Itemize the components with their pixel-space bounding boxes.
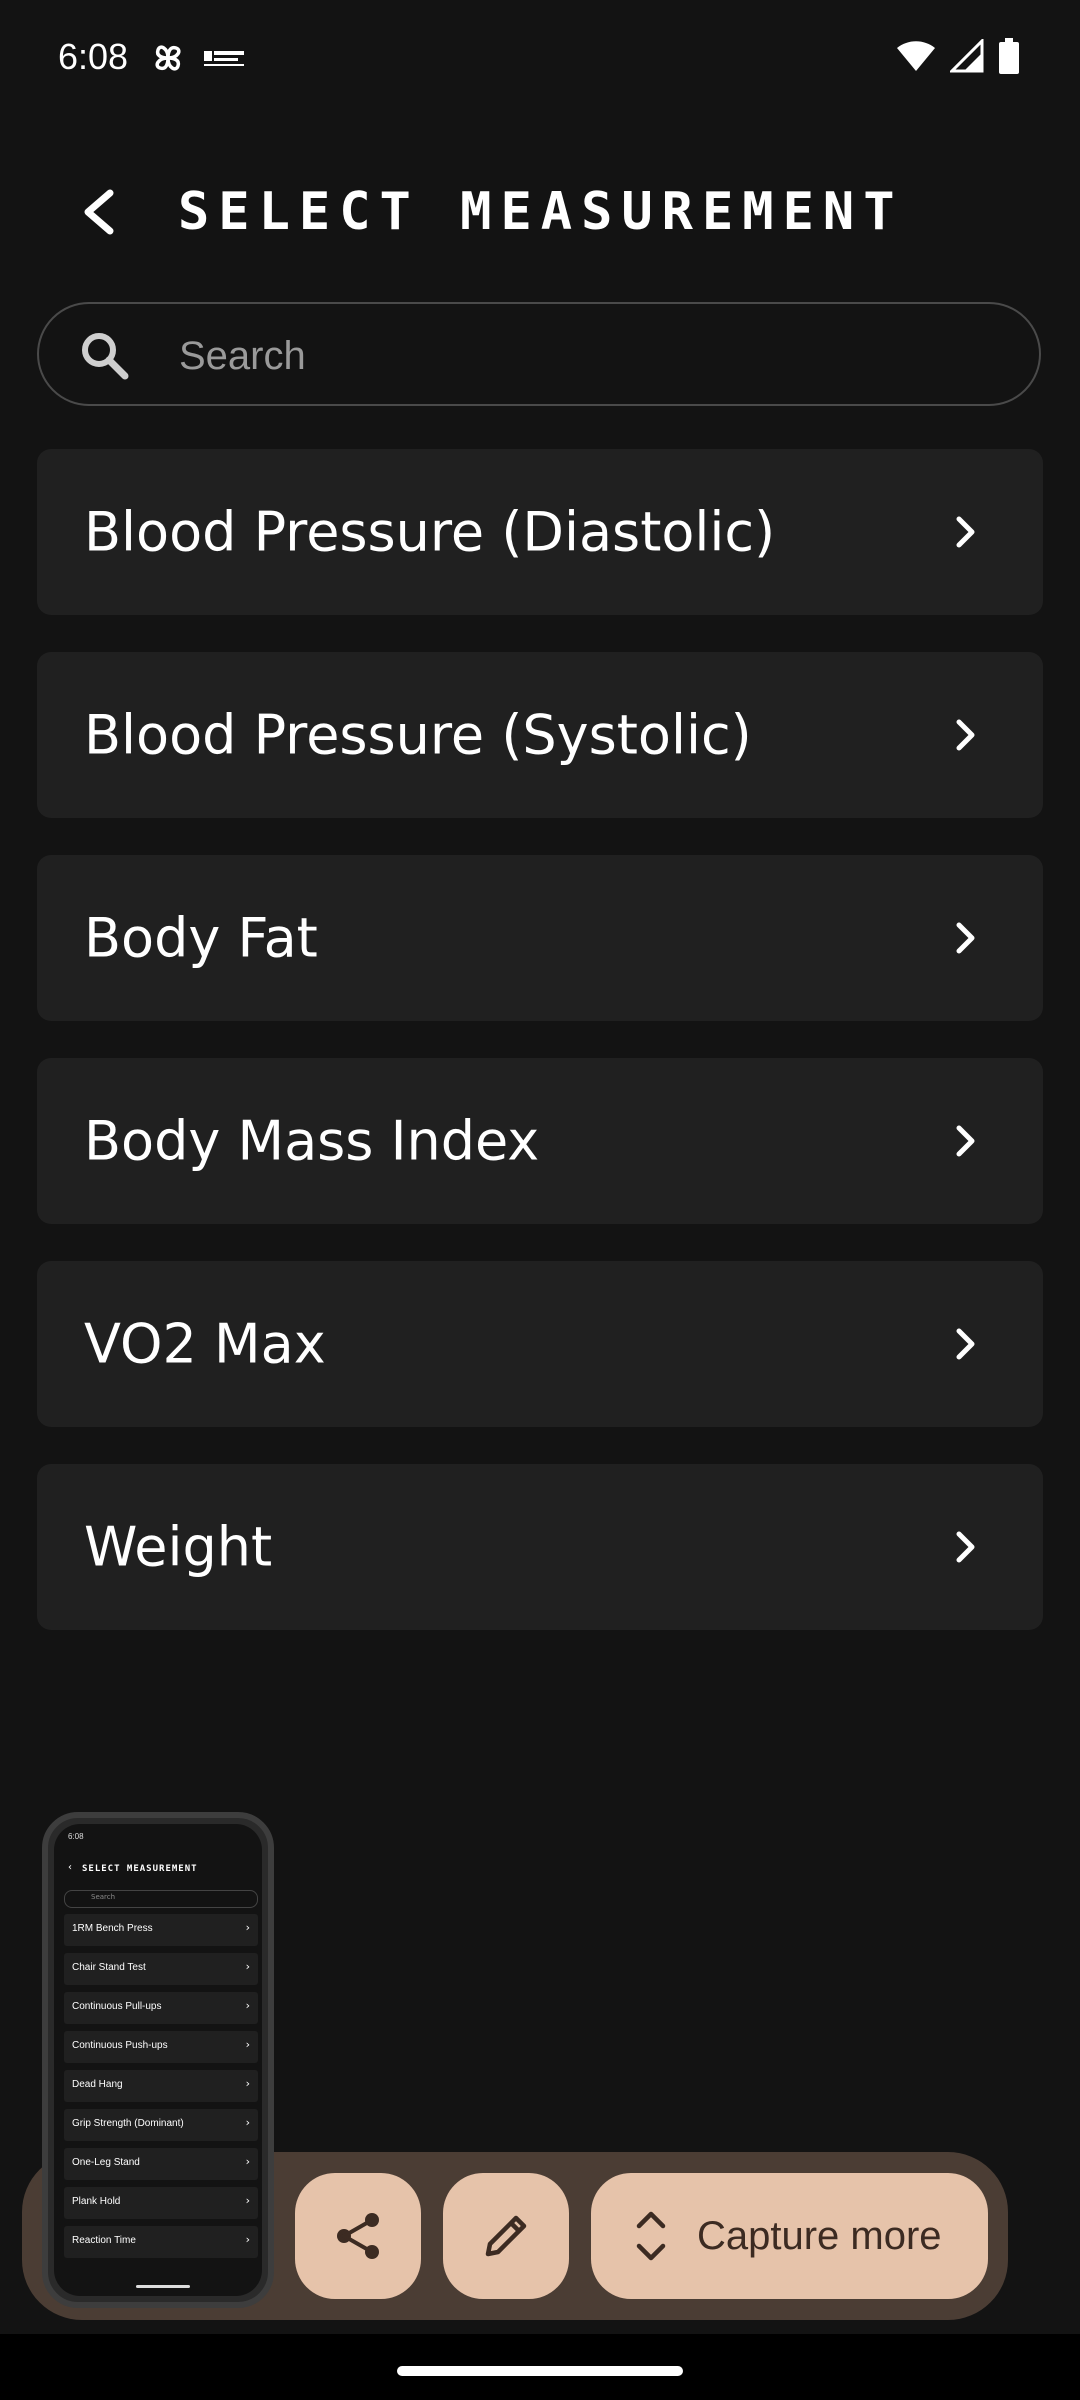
chevron-right-icon xyxy=(956,922,975,954)
chevron-right-icon xyxy=(956,1531,975,1563)
screenshot-preview-thumbnail[interactable]: 6:08 ‹ SELECT MEASUREMENT Search 1RM Ben… xyxy=(42,1812,274,2308)
header: SELECT MEASUREMENT xyxy=(0,160,1080,270)
preview-list-item: One-Leg Stand › xyxy=(64,2148,258,2180)
search-input[interactable] xyxy=(177,326,981,386)
edit-button[interactable] xyxy=(443,2173,569,2299)
status-bar: 6:08 xyxy=(0,0,1080,120)
status-time: 6:08 xyxy=(58,36,129,77)
list-item-label: Blood Pressure (Systolic) xyxy=(84,703,752,767)
page-title: SELECT MEASUREMENT xyxy=(178,182,904,242)
preview-list-item: Continuous Pull-ups › xyxy=(64,1992,258,2024)
preview-nav-handle xyxy=(136,2285,190,2288)
preview-list-item: 1RM Bench Press › xyxy=(64,1914,258,1946)
arrow-back-icon xyxy=(84,189,114,235)
pinwheel-icon xyxy=(155,45,181,71)
list-item[interactable]: VO2 Max xyxy=(37,1261,1043,1427)
preview-search-placeholder: Search xyxy=(91,1893,116,1901)
capture-more-button[interactable]: Capture more xyxy=(591,2173,988,2299)
search-icon xyxy=(82,333,129,380)
list-item[interactable]: Body Fat xyxy=(37,855,1043,1021)
chevron-right-icon xyxy=(956,719,975,751)
list-item-label: Body Fat xyxy=(84,906,318,970)
preview-list-item: Dead Hang › xyxy=(64,2070,258,2102)
list-item-label: Weight xyxy=(84,1515,273,1579)
battery-icon xyxy=(999,38,1019,74)
navigation-bar xyxy=(0,2334,1080,2400)
preview-title: SELECT MEASUREMENT xyxy=(82,1864,198,1874)
list-item[interactable]: Weight xyxy=(37,1464,1043,1630)
list-item-label: VO2 Max xyxy=(84,1312,326,1376)
back-button[interactable] xyxy=(66,180,130,244)
capture-more-label: Capture more xyxy=(697,2213,942,2258)
preview-list-item: Continuous Push-ups › xyxy=(64,2031,258,2063)
preview-back-icon: ‹ xyxy=(68,1862,72,1873)
search-bar[interactable] xyxy=(37,302,1041,406)
preview-list-item: Reaction Time › xyxy=(64,2226,258,2258)
list-item[interactable]: Blood Pressure (Systolic) xyxy=(37,652,1043,818)
preview-search: Search xyxy=(64,1890,258,1908)
preview-list-item: Grip Strength (Dominant) › xyxy=(64,2109,258,2141)
list-item-label: Body Mass Index xyxy=(84,1109,540,1173)
chevron-right-icon xyxy=(956,1125,975,1157)
list-item[interactable]: Blood Pressure (Diastolic) xyxy=(37,449,1043,615)
preview-list-item: Plank Hold › xyxy=(64,2187,258,2219)
preview-list-item: Chair Stand Test › xyxy=(64,1953,258,1985)
preview-status-time: 6:08 xyxy=(68,1832,84,1841)
share-button[interactable] xyxy=(295,2173,421,2299)
cellular-signal-icon xyxy=(950,39,984,73)
preview-list: 1RM Bench Press › Chair Stand Test › Conti… xyxy=(64,1914,258,2265)
share-icon xyxy=(337,2213,379,2259)
wifi-icon xyxy=(897,41,935,71)
app-notification-icon xyxy=(204,51,244,66)
list-item-label: Blood Pressure (Diastolic) xyxy=(84,500,776,564)
pencil-icon xyxy=(485,2215,527,2257)
chevron-right-icon xyxy=(956,1328,975,1360)
chevron-right-icon xyxy=(956,516,975,548)
measurement-list: Blood Pressure (Diastolic) Blood Pressur… xyxy=(37,449,1043,1667)
list-item[interactable]: Body Mass Index xyxy=(37,1058,1043,1224)
expand-vertical-icon xyxy=(636,2211,666,2261)
home-gesture-handle[interactable] xyxy=(397,2366,683,2376)
